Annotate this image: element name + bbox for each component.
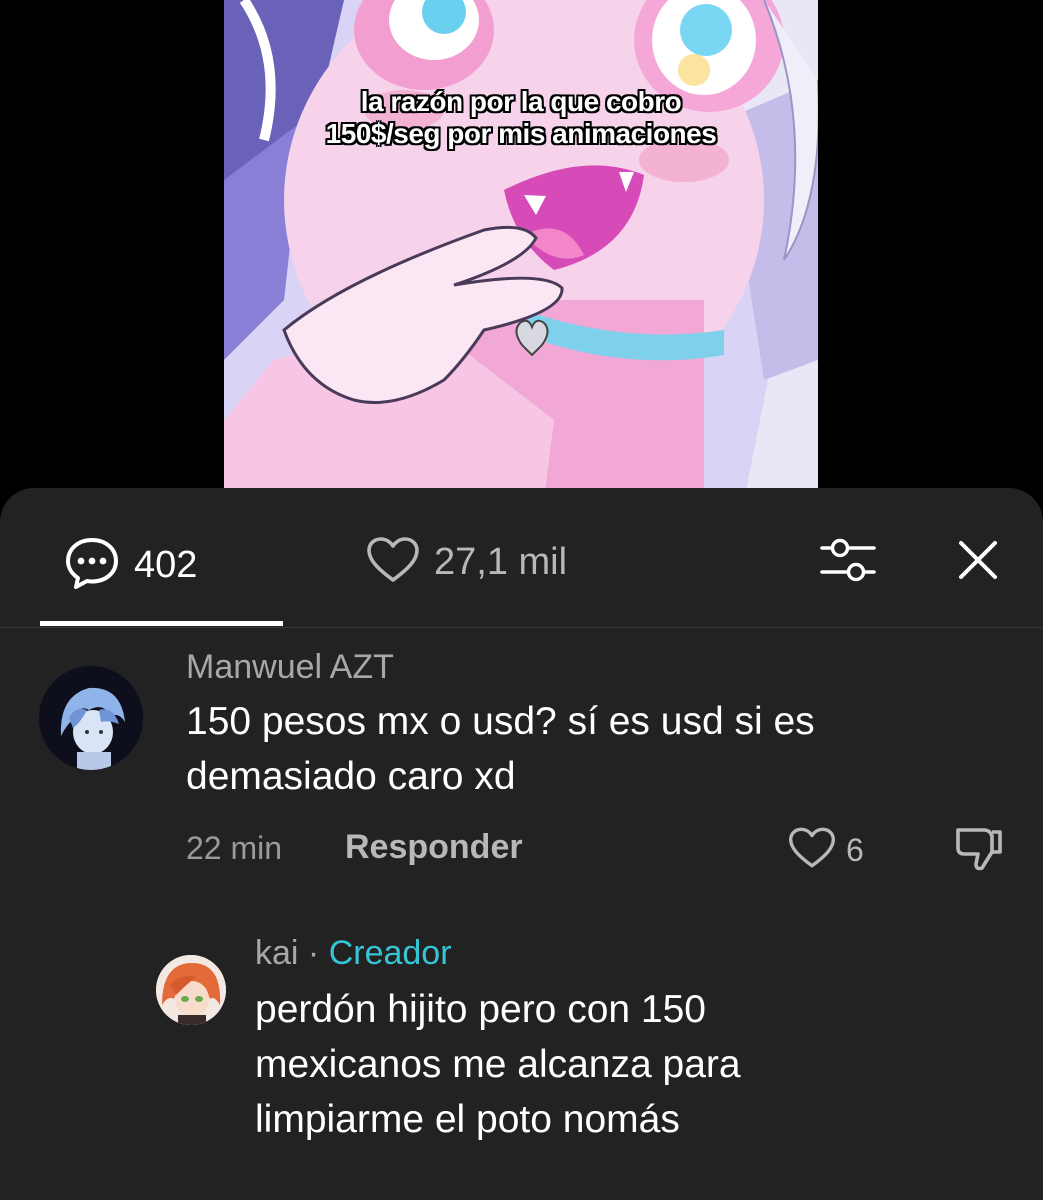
reply-button[interactable]: Responder — [345, 828, 523, 867]
dislike-button[interactable] — [954, 824, 1004, 877]
comment-username[interactable]: Manwuel AZT — [186, 648, 394, 687]
reply-text-line: perdón hijito pero con 150 — [255, 988, 706, 1031]
reply-username[interactable]: kai — [255, 934, 298, 972]
comment-timestamp: 22 min — [186, 830, 283, 866]
reply-text-line: limpiarme el poto nomás — [255, 1098, 680, 1141]
close-icon — [957, 539, 999, 586]
comment-text-line: demasiado caro xd — [186, 755, 516, 798]
comments-tabbar: 402 27,1 mil — [0, 488, 1043, 628]
close-button[interactable] — [948, 532, 1008, 592]
avatar[interactable] — [156, 955, 226, 1025]
reply-text: perdón hijito pero con 150 mexicanos me … — [255, 982, 741, 1147]
video-frame: la razón por la que cobro 150$/seg por m… — [224, 0, 818, 500]
comment-like-button[interactable]: 6 — [788, 826, 864, 875]
reply-text-line: mexicanos me alcanza para — [255, 1043, 741, 1086]
thumbs-down-icon — [954, 828, 1004, 876]
comments-panel: 402 27,1 mil Manwuel AZT 150 pesos mx o … — [0, 488, 1043, 1200]
avatar[interactable] — [39, 666, 143, 770]
username-separator: · — [307, 934, 320, 972]
sliders-icon — [820, 534, 876, 591]
comment-text-line: 150 pesos mx o usd? sí es usd si es — [186, 700, 815, 743]
anime-illustration — [224, 0, 818, 500]
comment-item: Manwuel AZT 150 pesos mx o usd? sí es us… — [0, 648, 1043, 888]
tab-likes[interactable]: 27,1 mil — [366, 536, 567, 589]
video-caption: la razón por la que cobro 150$/seg por m… — [224, 86, 818, 150]
active-tab-indicator — [40, 621, 283, 626]
heart-icon — [366, 536, 420, 589]
heart-icon — [788, 826, 836, 875]
comment-like-count: 6 — [846, 832, 864, 868]
likes-count: 27,1 mil — [434, 541, 568, 583]
caption-line-1: la razón por la que cobro — [360, 86, 682, 117]
comment-text: 150 pesos mx o usd? sí es usd si es dema… — [186, 694, 815, 804]
video-player[interactable]: la razón por la que cobro 150$/seg por m… — [0, 0, 1043, 500]
creator-badge: Creador — [328, 934, 452, 972]
caption-line-2: 150$/seg por mis animaciones — [325, 118, 717, 149]
reply-username-row: kai · Creador — [255, 934, 452, 973]
tab-comments[interactable]: 402 — [64, 536, 197, 595]
reply-item: kai · Creador perdón hijito pero con 150… — [0, 934, 1043, 1183]
tab-divider — [0, 627, 1043, 628]
filter-button[interactable] — [818, 532, 878, 592]
comment-bubble-icon — [64, 536, 120, 595]
comments-count: 402 — [134, 544, 198, 586]
